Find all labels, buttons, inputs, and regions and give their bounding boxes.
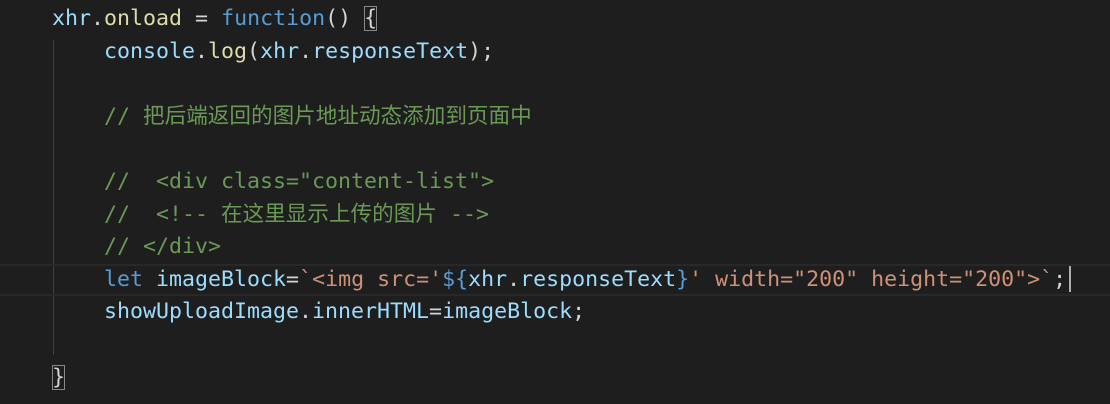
code-line[interactable]: // 把后端返回的图片地址动态添加到页面中 [0, 101, 1110, 134]
code-token: = [429, 299, 443, 325]
code-line-text: } [52, 362, 66, 395]
code-token: innerHTML [312, 299, 430, 325]
code-token: xhr [468, 266, 508, 292]
code-line-text: // <!-- 在这里显示上传的图片 --> [104, 199, 489, 232]
code-token: xhr [52, 6, 92, 31]
code-token: imageBlock [442, 299, 573, 325]
code-token: // <!-- 在这里显示上传的图片 --> [104, 201, 489, 227]
code-line[interactable]: xhr.onload = function() { [0, 3, 1110, 36]
text-cursor [1069, 266, 1071, 292]
code-line[interactable]: // <!-- 在这里显示上传的图片 --> [0, 199, 1110, 232]
code-token: // <div class="content-list"> [104, 169, 495, 194]
code-token: = [182, 6, 222, 31]
code-line[interactable]: // <div class="content-list"> [0, 166, 1110, 199]
code-token: . [91, 6, 105, 31]
code-token: console [104, 38, 196, 64]
code-token: let [104, 266, 144, 292]
code-line[interactable] [0, 133, 1110, 166]
code-token: . [195, 38, 209, 64]
code-token: // 把后端返回的图片地址动态添加到页面中 [104, 103, 532, 129]
code-token: () [325, 6, 365, 31]
code-line[interactable]: let imageBlock=`<img src='${xhr.response… [0, 263, 1110, 297]
code-line-text: showUploadImage.innerHTML=imageBlock; [104, 296, 585, 329]
code-line-text: // 把后端返回的图片地址动态添加到页面中 [104, 101, 532, 134]
code-token: . [299, 299, 313, 325]
code-token: ' width="200" height="200">` [689, 266, 1054, 292]
code-token: imageBlock [156, 266, 287, 292]
code-line-text: xhr.onload = function() { [52, 3, 378, 36]
code-token: showUploadImage [104, 299, 300, 325]
code-token: } [52, 364, 66, 390]
code-token: } [676, 266, 690, 292]
code-line-text: console.log(xhr.responseText); [104, 36, 494, 69]
code-line[interactable] [0, 329, 1110, 362]
code-token: { [364, 6, 378, 31]
code-line-text: // </div> [104, 231, 221, 264]
code-token: ; [572, 299, 586, 325]
code-line-text: // <div class="content-list"> [104, 166, 494, 199]
code-token: ; [1053, 266, 1067, 292]
code-token: log [208, 38, 248, 64]
code-token: . [299, 38, 313, 64]
code-line[interactable] [0, 68, 1110, 101]
code-line-text: let imageBlock=`<img src='${xhr.response… [104, 266, 1066, 295]
code-token: responseText [312, 38, 469, 64]
code-token: xhr [260, 38, 300, 64]
code-token: // </div> [104, 234, 222, 260]
code-line[interactable]: showUploadImage.innerHTML=imageBlock; [0, 296, 1110, 329]
code-editor[interactable]: xhr.onload = function() {console.log(xhr… [0, 0, 1110, 404]
code-token: . [507, 266, 521, 292]
code-token: function [221, 6, 326, 31]
code-token: responseText [520, 266, 677, 292]
code-token: onload [104, 6, 183, 31]
code-token: ${ [442, 266, 469, 292]
code-line[interactable]: } [0, 362, 1110, 395]
code-token: `<img src=' [299, 266, 443, 292]
code-line[interactable]: // </div> [0, 231, 1110, 264]
code-line[interactable]: console.log(xhr.responseText); [0, 36, 1110, 69]
code-token: ( [247, 38, 261, 64]
code-token: = [286, 266, 300, 292]
code-token: ); [468, 38, 495, 64]
